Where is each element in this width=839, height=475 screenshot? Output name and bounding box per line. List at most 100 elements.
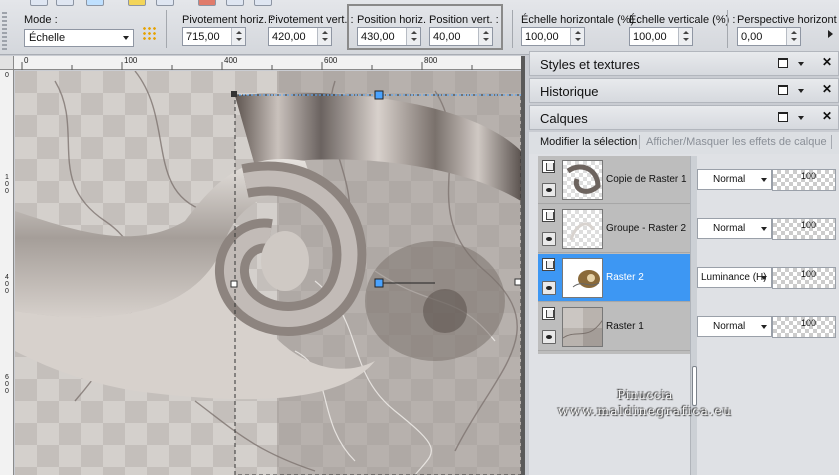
scale-h-input[interactable]: 100,00	[521, 27, 585, 46]
layer-row-selected[interactable]: Raster 2	[538, 254, 690, 302]
eye-icon[interactable]	[542, 330, 556, 344]
layer-visibility-toggle-icon[interactable]	[542, 307, 555, 320]
maximize-icon[interactable]	[778, 58, 788, 68]
opacity-value: 100	[801, 220, 817, 230]
blend-mode-dropdown[interactable]: Normal	[697, 316, 772, 337]
layer-row[interactable]: Copie de Raster 1	[538, 156, 690, 204]
chevron-down-icon	[123, 36, 129, 40]
vertical-ruler: 0 100 400 600	[0, 70, 14, 475]
spin-buttons[interactable]	[317, 28, 331, 45]
layer-visibility-toggle-icon[interactable]	[542, 209, 555, 222]
tool-options-toolbar: Mode : Échelle Pivotement horiz. : 715,0…	[0, 0, 839, 55]
opacity-value: 100	[801, 171, 817, 181]
pos-h-value: 430,00	[361, 31, 395, 43]
tab-edit-selection[interactable]: Modifier la sélection	[540, 136, 637, 148]
tool-icon[interactable]	[30, 0, 48, 6]
opacity-slider[interactable]: 100	[772, 316, 836, 338]
tool-icon[interactable]	[156, 0, 174, 6]
mode-label: Mode :	[24, 14, 58, 26]
toolbar-icon-strip	[0, 0, 300, 8]
layer-properties-row: Luminance (H) 100	[697, 267, 839, 289]
opacity-slider[interactable]: 100	[772, 218, 836, 240]
ruler-label: 800	[424, 56, 438, 65]
blend-mode-dropdown[interactable]: Normal	[697, 169, 772, 190]
pivot-v-input[interactable]: 420,00	[268, 27, 332, 46]
tool-icon[interactable]	[56, 0, 74, 6]
close-icon[interactable]: ✕	[822, 110, 832, 122]
tool-icon[interactable]	[86, 0, 104, 6]
ruler-label: 0	[24, 56, 29, 65]
styles-panel-header[interactable]: Styles et textures ✕	[529, 51, 839, 76]
eye-icon[interactable]	[542, 232, 556, 246]
close-icon[interactable]: ✕	[822, 83, 832, 95]
spin-buttons[interactable]	[478, 28, 492, 45]
layer-row[interactable]: Groupe - Raster 2	[538, 205, 690, 253]
toolbar-separator	[727, 10, 728, 48]
restore-icon[interactable]	[778, 112, 788, 122]
blend-mode-dropdown[interactable]: Normal	[697, 218, 772, 239]
ruler-label: 600	[324, 56, 338, 65]
layer-properties-row: Normal 100	[697, 316, 839, 338]
pivot-h-input[interactable]: 715,00	[182, 27, 246, 46]
layer-thumbnail	[562, 209, 603, 249]
blend-mode-value: Luminance (H)	[701, 272, 767, 283]
tab-toggle-layer-effects[interactable]: Afficher/Masquer les effets de calque	[646, 136, 827, 148]
opacity-slider[interactable]: 100	[772, 169, 836, 191]
tool-icon[interactable]	[198, 0, 216, 6]
image-canvas[interactable]	[15, 71, 521, 475]
ruler-label: 400	[224, 56, 238, 65]
layer-thumbnail	[562, 258, 603, 298]
mode-dropdown[interactable]: Échelle	[24, 29, 134, 47]
blend-mode-value: Normal	[713, 174, 746, 185]
chevron-down-icon[interactable]	[798, 89, 804, 93]
eye-icon[interactable]	[542, 183, 556, 197]
tab-divider	[831, 135, 832, 149]
tool-icon[interactable]	[128, 0, 146, 6]
toolbar-separator	[166, 10, 167, 48]
pos-v-input[interactable]: 40,00	[429, 27, 493, 46]
scale-v-label: Échelle verticale (%) :	[629, 14, 736, 26]
blend-mode-value: Normal	[713, 321, 746, 332]
eye-icon[interactable]	[542, 281, 556, 295]
blend-mode-value: Normal	[713, 223, 746, 234]
horizontal-ruler: 0 100 400 600 800	[14, 56, 521, 70]
opacity-slider[interactable]: 100	[772, 267, 836, 289]
history-panel-header[interactable]: Historique ✕	[529, 78, 839, 103]
layer-visibility-toggle-icon[interactable]	[542, 160, 555, 173]
chevron-down-icon[interactable]	[798, 62, 804, 66]
layer-thumbnail	[562, 307, 603, 347]
layers-scrollbar[interactable]	[690, 156, 697, 475]
layer-properties-row: Normal 100	[697, 169, 839, 191]
layer-name: Groupe - Raster 2	[606, 223, 687, 234]
layers-panel-header[interactable]: Calques ✕	[529, 105, 839, 130]
opacity-value: 100	[801, 269, 817, 279]
pos-v-value: 40,00	[433, 31, 461, 43]
spin-buttons[interactable]	[406, 28, 420, 45]
chevron-down-icon	[761, 178, 767, 182]
layer-name: Copie de Raster 1	[606, 174, 687, 185]
close-icon[interactable]: ✕	[822, 56, 832, 68]
chevron-down-icon	[761, 227, 767, 231]
ruler-label: 400	[5, 274, 9, 295]
chevron-down-icon[interactable]	[798, 116, 804, 120]
blend-mode-dropdown[interactable]: Luminance (H)	[697, 267, 772, 288]
pivot-h-label: Pivotement horiz. :	[182, 14, 274, 26]
scale-v-input[interactable]: 100,00	[629, 27, 693, 46]
watermark: Pinuccia www.maldinegrafica.eu	[545, 388, 745, 418]
pos-h-input[interactable]: 430,00	[357, 27, 421, 46]
maximize-icon[interactable]	[778, 85, 788, 95]
perspective-h-input[interactable]: 0,00	[737, 27, 801, 46]
layer-visibility-toggle-icon[interactable]	[542, 258, 555, 271]
psp-window: Mode : Échelle Pivotement horiz. : 715,0…	[0, 0, 839, 475]
layer-properties-row: Normal 100	[697, 218, 839, 240]
layer-row[interactable]: Raster 1	[538, 303, 690, 351]
opacity-value: 100	[801, 318, 817, 328]
toolbar-grip[interactable]	[2, 12, 7, 50]
spin-buttons[interactable]	[786, 28, 800, 45]
toolbar-overflow-arrow-icon[interactable]	[828, 30, 833, 38]
tool-icon[interactable]	[226, 0, 244, 6]
spin-buttons[interactable]	[231, 28, 245, 45]
spin-buttons[interactable]	[678, 28, 692, 45]
spin-buttons[interactable]	[570, 28, 584, 45]
tool-icon[interactable]	[254, 0, 272, 6]
